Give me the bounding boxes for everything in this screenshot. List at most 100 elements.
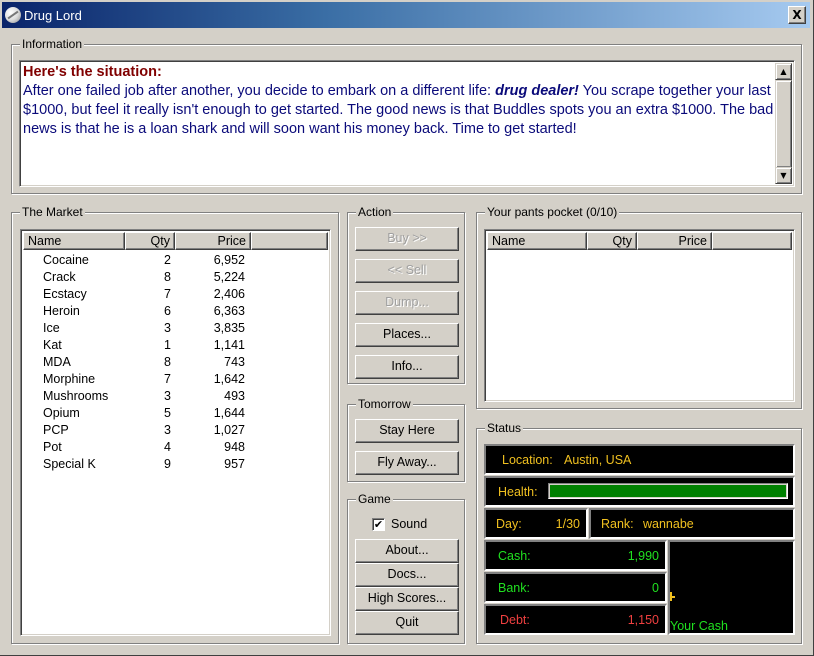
market-row[interactable]: Pot 4 948 [23,439,328,456]
pill-icon [5,7,21,23]
market-row-price: 493 [224,389,245,403]
market-col-qty[interactable]: Qty [125,232,175,250]
debt-panel: Debt: 1,150 [484,604,667,635]
pocket-col-filler [712,232,792,250]
market-row-qty: 7 [164,287,171,301]
cash-graph-panel: Your Cash [668,540,795,635]
market-col-filler [251,232,328,250]
pocket-list-body [487,252,792,399]
day-label: Day: [496,517,522,531]
information-text: Here's the situation: After one failed jo… [23,63,774,184]
market-row-price: 1,027 [213,423,245,437]
status-label: Status [485,421,524,435]
market-row-price: 948 [224,440,245,454]
main-window: Drug Lord X Information Here's the situa… [0,0,814,656]
market-row[interactable]: MDA 8 743 [23,354,328,371]
information-heading: Here's the situation: [23,64,162,80]
close-button[interactable]: X [788,6,806,24]
market-row[interactable]: Kat 1 1,141 [23,337,328,354]
health-label: Health: [498,485,538,499]
quit-button[interactable]: Quit [355,611,459,635]
about-button[interactable]: About... [355,539,459,563]
market-row[interactable]: Cocaine 2 6,952 [23,252,328,269]
market-label: The Market [20,205,85,219]
market-row-price: 5,224 [213,270,245,284]
rank-value: wannabe [643,517,694,531]
scroll-thumb[interactable] [775,80,792,168]
pocket-col-qty[interactable]: Qty [587,232,637,250]
arrow-up-icon: ▲ [780,67,787,76]
graph-marker-tick [670,596,675,598]
arrow-down-icon: ▼ [780,171,787,180]
cash-label: Cash: [498,549,531,563]
sound-checkbox-row[interactable]: ✔ Sound [372,517,427,531]
high-scores-button[interactable]: High Scores... [355,587,459,611]
sound-checkbox[interactable]: ✔ [372,517,385,531]
stay-here-button[interactable]: Stay Here [355,419,459,443]
title-bar[interactable]: Drug Lord X [2,2,810,28]
scroll-up-button[interactable]: ▲ [775,63,792,80]
rank-label: Rank: [601,517,634,531]
scroll-down-button[interactable]: ▼ [775,167,792,184]
pocket-col-name[interactable]: Name [487,232,587,250]
market-row-qty: 1 [164,338,171,352]
docs-button[interactable]: Docs... [355,563,459,587]
info-button[interactable]: Info... [355,355,459,379]
market-row-name: Special K [43,457,96,471]
tomorrow-group: Tomorrow Stay Here Fly Away... [347,397,465,482]
market-col-price[interactable]: Price [175,232,251,250]
market-row-qty: 4 [164,440,171,454]
health-panel: Health: [484,476,795,507]
information-group: Information Here's the situation: After o… [11,37,802,194]
market-row-price: 1,642 [213,372,245,386]
pocket-col-price[interactable]: Price [637,232,712,250]
pocket-list[interactable]: Name Qty Price [484,229,795,402]
day-panel: Day: 1/30 [484,508,588,539]
market-row[interactable]: Crack 8 5,224 [23,269,328,286]
sell-button[interactable]: << Sell [355,259,459,283]
debt-value: 1,150 [627,613,659,627]
fly-away-button[interactable]: Fly Away... [355,451,459,475]
market-row[interactable]: Mushrooms 3 493 [23,388,328,405]
day-value: 1/30 [555,517,580,531]
rank-panel: Rank: wannabe [589,508,795,539]
market-row[interactable]: Ice 3 3,835 [23,320,328,337]
game-group: Game ✔ Sound About... Docs... High Score… [347,492,465,644]
market-row-qty: 6 [164,304,171,318]
pocket-list-header: Name Qty Price [487,232,792,250]
market-row-price: 2,406 [213,287,245,301]
market-col-name[interactable]: Name [23,232,125,250]
market-row[interactable]: Ecstacy 7 2,406 [23,286,328,303]
market-list-header: Name Qty Price [23,232,328,250]
cash-value: 1,990 [627,549,659,563]
market-row-qty: 7 [164,372,171,386]
market-row-qty: 2 [164,253,171,267]
places-button[interactable]: Places... [355,323,459,347]
market-row-price: 743 [224,355,245,369]
action-label: Action [356,205,394,219]
market-row[interactable]: Heroin 6 6,363 [23,303,328,320]
market-row[interactable]: Special K 9 957 [23,456,328,473]
information-scrollbar[interactable]: ▲ ▼ [775,63,792,184]
info-emphasis: drug dealer! [495,83,579,99]
market-row-name: MDA [43,355,71,369]
market-row[interactable]: PCP 3 1,027 [23,422,328,439]
location-label: Location: [502,453,553,467]
market-list[interactable]: Name Qty Price Cocaine 2 6,952 Crack 8 5,224 E… [20,229,331,636]
market-row-qty: 9 [164,457,171,471]
market-row-name: Morphine [43,372,96,386]
market-row-qty: 3 [164,389,171,403]
market-row[interactable]: Morphine 7 1,642 [23,371,328,388]
market-row-price: 957 [224,457,245,471]
graph-label: Your Cash [670,619,728,633]
action-group: Action Buy >> << Sell Dump... Places... … [347,205,465,384]
market-row-name: Kat [43,338,62,352]
market-row-price: 6,363 [213,304,245,318]
market-row[interactable]: Opium 5 1,644 [23,405,328,422]
location-value: Austin, USA [564,453,632,467]
pocket-label: Your pants pocket (0/10) [485,205,620,219]
buy-button[interactable]: Buy >> [355,227,459,251]
information-textbox[interactable]: Here's the situation: After one failed jo… [19,60,795,187]
dump-button[interactable]: Dump... [355,291,459,315]
location-panel: Location: Austin, USA [484,444,795,475]
